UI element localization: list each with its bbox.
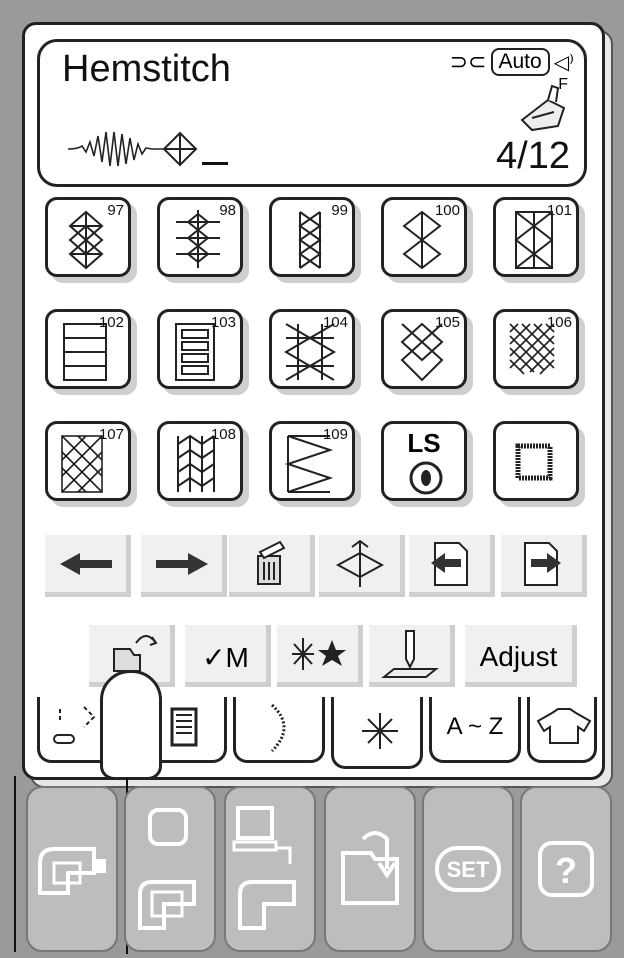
stitch-button-102[interactable]: 102 [45, 309, 131, 389]
mirror-icon [335, 539, 384, 587]
delete-button[interactable] [229, 535, 315, 597]
stitch-108-icon [177, 434, 215, 492]
sewing-mode-button[interactable] [26, 786, 118, 952]
tab-decorative[interactable] [331, 697, 423, 769]
stitch-101-icon [514, 211, 554, 269]
insert-left-button[interactable] [409, 535, 495, 597]
arrow-left-button[interactable] [45, 535, 131, 597]
pointing-finger [100, 670, 162, 780]
insert-left-icon [430, 541, 468, 586]
pattern-title: Hemstitch [62, 48, 231, 90]
stitch-button-97[interactable]: 97 [45, 197, 131, 277]
svg-text:SET: SET [447, 857, 490, 882]
thread-tension-indicator: ⊃⊂ Auto ◁⁾ [450, 48, 574, 76]
folder-icon [341, 831, 399, 905]
insert-right-button[interactable] [501, 535, 587, 597]
mirror-button[interactable] [319, 535, 405, 597]
stitch-103-icon [175, 323, 215, 381]
stitch-button-98[interactable]: 98 [157, 197, 243, 277]
stitch-button-101[interactable]: 101 [493, 197, 579, 277]
text-cursor [202, 162, 228, 165]
ls-circle-icon [409, 461, 443, 495]
sewing-machine-icon [38, 847, 106, 895]
stitch-button-109[interactable]: 109 [269, 421, 355, 501]
pc-link-button[interactable] [224, 786, 316, 952]
help-button[interactable]: ? [520, 786, 612, 952]
tab-quilt[interactable] [527, 697, 597, 763]
arrow-right-icon [155, 552, 208, 575]
embroidery-icon [138, 808, 196, 930]
page-indicator: 4/12 [496, 135, 570, 177]
memory-check-icon: ✓M [202, 642, 249, 673]
stitch-button-100[interactable]: 100 [381, 197, 467, 277]
needle-icon [380, 629, 439, 678]
pattern-display: Hemstitch ⊃⊂ Auto ◁⁾ F 4/12 [37, 39, 587, 187]
pc-link-icon [232, 806, 296, 930]
tab-alphabet[interactable]: A ~ Z [429, 697, 521, 763]
stitch-button-99[interactable]: 99 [269, 197, 355, 277]
stitch-97-icon [68, 210, 104, 270]
needle-button[interactable] [369, 625, 455, 687]
auto-label[interactable]: Auto [490, 48, 550, 76]
satin-stitch-icon [270, 703, 286, 753]
tab-satin[interactable] [233, 697, 325, 763]
stitch-preview-icon [68, 131, 198, 167]
adjust-label: Adjust [479, 641, 558, 672]
stitch-98-icon [176, 210, 220, 268]
stitch-105-icon [400, 322, 444, 382]
adjust-button[interactable]: Adjust [465, 625, 577, 687]
folder-button[interactable] [324, 786, 416, 952]
square-outline-icon [515, 443, 553, 481]
sound-icon[interactable]: ◁⁾ [554, 50, 574, 75]
touch-screen: Hemstitch ⊃⊂ Auto ◁⁾ F 4/12 97 98 99 100… [22, 22, 605, 780]
embroidery-mode-button[interactable] [124, 786, 216, 952]
stitch-106-icon [509, 323, 555, 375]
ls-label: LS [407, 428, 441, 458]
settings-button[interactable]: SET [422, 786, 514, 952]
stitch-button-103[interactable]: 103 [157, 309, 243, 389]
alphabet-label: A ~ Z [446, 713, 504, 740]
delete-icon [256, 540, 285, 585]
stitch-button-107[interactable]: 107 [45, 421, 131, 501]
arrow-right-button[interactable] [141, 535, 227, 597]
memory-button[interactable]: ✓M [185, 625, 271, 687]
svg-text:?: ? [555, 850, 577, 891]
stitch-107-icon [61, 435, 103, 493]
help-icon: ? [538, 841, 594, 897]
stitch-button-106[interactable]: 106 [493, 309, 579, 389]
callout-line-left [14, 776, 16, 952]
shirt-icon [536, 708, 592, 744]
ls-button[interactable]: LS [381, 421, 467, 501]
presser-foot-icon: F [518, 76, 570, 136]
stitch-100-icon [402, 210, 442, 270]
combination-icon [291, 637, 346, 670]
stitch-109-icon [284, 435, 334, 493]
stitch-button-108[interactable]: 108 [157, 421, 243, 501]
set-icon: SET [435, 846, 501, 892]
stitch-button-104[interactable]: 104 [269, 309, 355, 389]
stitch-button-105[interactable]: 105 [381, 309, 467, 389]
decorative-stitch-icon [362, 713, 398, 749]
insert-right-icon [523, 541, 561, 586]
thread-tension-icon: ⊃⊂ [449, 49, 487, 74]
square-stitch-button[interactable] [493, 421, 579, 501]
stitch-102-icon [63, 323, 107, 381]
arrow-left-icon [59, 552, 112, 575]
stitch-104-icon [284, 323, 336, 381]
buttonhole-icon [170, 707, 198, 747]
combination-button[interactable] [277, 625, 363, 687]
stitch-99-icon [298, 211, 322, 269]
